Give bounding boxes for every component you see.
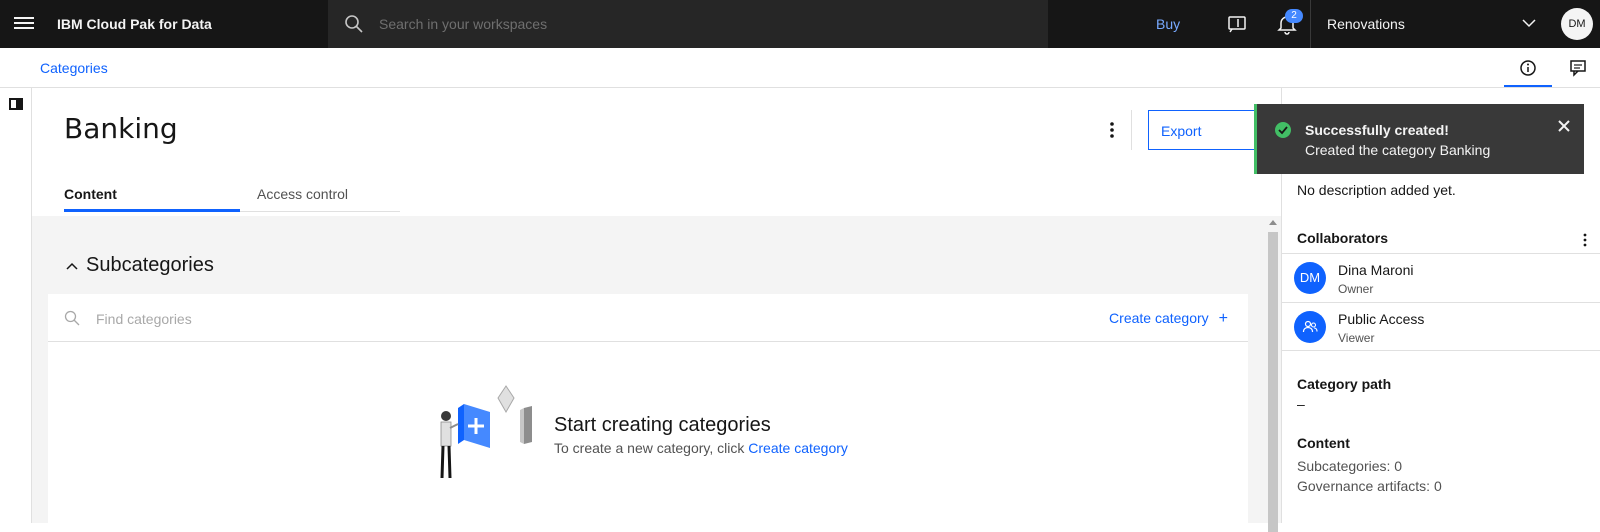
subcategories-card: Find categories Create category + Start … [48, 294, 1248, 523]
active-panel-indicator [1504, 85, 1552, 87]
product-name[interactable]: IBM Cloud Pak for Data [57, 16, 212, 32]
user-avatar[interactable]: DM [1561, 8, 1593, 40]
overflow-menu-icon[interactable] [1102, 120, 1122, 140]
empty-state-message: To create a new category, click [554, 440, 749, 456]
global-search[interactable]: Search in your workspaces [328, 0, 1048, 48]
subcategories-heading[interactable]: Subcategories [86, 254, 214, 277]
search-icon [345, 15, 363, 33]
category-path-value: – [1297, 396, 1305, 412]
divider [1131, 110, 1132, 150]
side-panel-toggle-icon[interactable] [9, 98, 23, 110]
empty-state-illustration [440, 385, 532, 479]
content-heading: Content [1297, 435, 1350, 451]
content-area: Subcategories Find categories Create cat… [32, 216, 1265, 523]
checkmark-filled-icon [1275, 122, 1291, 138]
empty-state-create-link[interactable]: Create category [748, 440, 848, 456]
find-categories-input[interactable]: Find categories [96, 311, 192, 327]
collaborator-role: Owner [1338, 282, 1374, 296]
information-icon[interactable] [1518, 58, 1538, 78]
success-toast: Successfully created! Created the catego… [1254, 104, 1584, 174]
collaborator-role: Viewer [1338, 331, 1375, 345]
collaborator-name: Public Access [1338, 311, 1425, 327]
tab-list: Content Access control [32, 176, 400, 212]
collaborator-row[interactable]: Public Access Viewer [1282, 302, 1600, 351]
tab-access-control[interactable]: Access control [240, 176, 400, 212]
collaborator-avatar: DM [1294, 262, 1326, 294]
add-icon: + [1218, 310, 1228, 327]
global-header: IBM Cloud Pak for Data Search in your wo… [0, 0, 1600, 48]
user-group-icon [1302, 320, 1318, 333]
left-rail [0, 88, 32, 523]
page-title: Banking [64, 112, 178, 145]
main-content: Banking Export Content Access control Su… [32, 88, 1288, 532]
toast-title: Successfully created! [1305, 122, 1449, 138]
search-icon [64, 310, 80, 326]
tab-label: Access control [257, 186, 349, 202]
content-scrollbar[interactable] [1265, 216, 1281, 532]
subcategories-count: Subcategories: 0 [1297, 458, 1403, 474]
create-category-button[interactable]: Create category + [1109, 310, 1228, 328]
tab-content[interactable]: Content [64, 176, 240, 212]
empty-state-text: To create a new category, click Create c… [554, 440, 848, 456]
breadcrumb-bar: Categories [0, 48, 1600, 88]
empty-state: Start creating categories To create a ne… [428, 382, 888, 492]
comment-icon[interactable] [1568, 58, 1588, 78]
collaborator-row[interactable]: DM Dina Maroni Owner [1282, 253, 1600, 302]
public-access-avatar [1294, 311, 1326, 343]
description-text: No description added yet. [1297, 182, 1456, 198]
workspace-switcher[interactable]: Renovations [1310, 0, 1556, 48]
toast-subtitle: Created the category Banking [1305, 142, 1491, 158]
buy-link[interactable]: Buy [1156, 16, 1180, 32]
collaborator-name: Dina Maroni [1338, 262, 1414, 278]
scrollbar-thumb[interactable] [1268, 232, 1278, 532]
chevron-down-icon [1522, 19, 1536, 28]
tab-label: Content [64, 186, 117, 202]
category-path-heading: Category path [1297, 376, 1392, 392]
create-category-label: Create category [1109, 310, 1209, 326]
governance-artifacts-count: Governance artifacts: 0 [1297, 478, 1442, 494]
search-input[interactable]: Search in your workspaces [379, 16, 547, 32]
collaborators-overflow-icon[interactable] [1577, 232, 1593, 248]
breadcrumb-categories[interactable]: Categories [40, 60, 108, 76]
find-toolbar: Find categories Create category + [48, 294, 1248, 342]
chevron-up-icon[interactable] [66, 262, 78, 270]
workspace-label: Renovations [1327, 16, 1405, 32]
close-icon[interactable] [1556, 118, 1572, 134]
collaborators-heading: Collaborators [1297, 230, 1389, 246]
menu-icon[interactable] [14, 14, 34, 34]
scroll-up-arrow[interactable] [1269, 220, 1277, 225]
empty-state-title: Start creating categories [554, 414, 771, 436]
notification-badge: 2 [1285, 9, 1303, 23]
help-icon[interactable] [1226, 12, 1250, 36]
